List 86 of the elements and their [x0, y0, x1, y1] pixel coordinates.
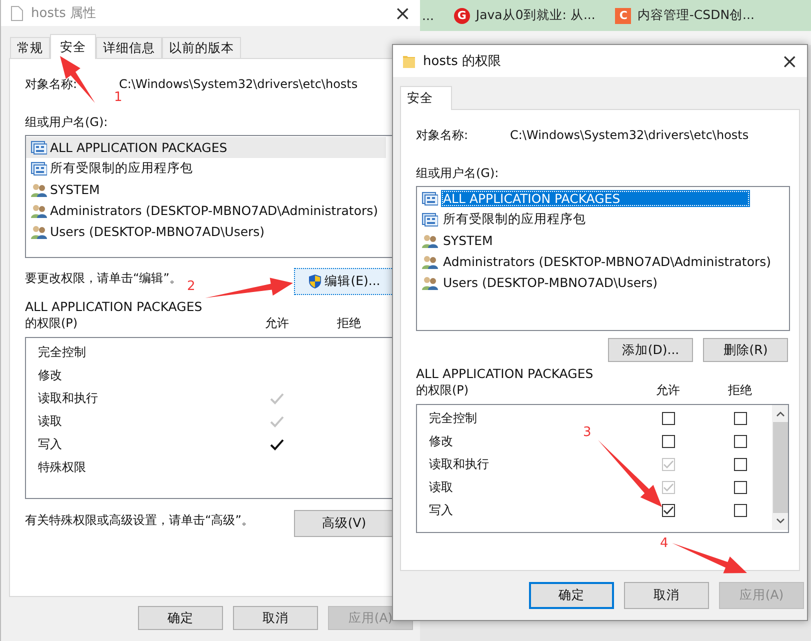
allow-checkbox[interactable]	[662, 435, 674, 448]
site-icon: G	[454, 8, 470, 24]
step-number: 1	[114, 91, 122, 104]
package-icon	[31, 140, 47, 154]
dialog-button[interactable]: 取消	[233, 606, 318, 630]
object-path: C:\Windows\System32\drivers\etc\hosts	[510, 128, 749, 142]
permission-name: 读取和执行	[37, 390, 99, 407]
allow-header: 允许	[655, 382, 681, 399]
deny-checkbox[interactable]	[734, 435, 746, 448]
step-number: 3	[583, 426, 592, 439]
list-button[interactable]: 添加(D)...	[608, 338, 693, 362]
users-icon	[31, 182, 47, 196]
group-item[interactable]: Administrators (DESKTOP-MBNO7AD\Administrators)	[417, 251, 789, 272]
permissions-label: 的权限(P)	[25, 315, 79, 332]
scroll-down-icon[interactable]	[776, 518, 784, 524]
browser-tab[interactable]: Java从0到就业: 从...	[476, 7, 596, 24]
groups-label: 组或用户名(G):	[416, 164, 499, 182]
package-icon	[31, 162, 47, 176]
close-button[interactable]: ×	[781, 51, 798, 71]
group-item[interactable]: SYSTEM	[417, 230, 789, 251]
deny-checkbox[interactable]	[734, 412, 746, 425]
permission-name: 特殊权限	[37, 459, 87, 476]
permissions-title: ALL APPLICATION PACKAGES	[416, 366, 594, 381]
annotation-arrow	[60, 56, 95, 103]
package-icon	[422, 192, 438, 206]
permission-name: 读取	[428, 479, 454, 496]
allow-checkbox[interactable]	[662, 412, 674, 425]
list-button[interactable]: 删除(R)	[703, 338, 788, 362]
scroll-up-icon[interactable]	[776, 411, 784, 417]
tab[interactable]: 安全	[400, 86, 452, 110]
browser-tab[interactable]: ...	[422, 8, 434, 23]
close-button[interactable]: ×	[394, 3, 411, 23]
permission-name: 修改	[37, 367, 63, 384]
users-icon	[422, 254, 438, 268]
group-item[interactable]: 所有受限制的应用程序包	[26, 158, 386, 179]
package-icon	[422, 212, 438, 226]
dialog-button[interactable]: 取消	[624, 582, 709, 609]
dialog-button[interactable]: 确定	[138, 606, 223, 630]
group-item[interactable]: 所有受限制的应用程序包	[417, 209, 789, 230]
permission-name: 完全控制	[37, 344, 87, 361]
tab[interactable]: 安全	[50, 34, 96, 59]
tab[interactable]: 以前的版本	[162, 37, 241, 58]
folder-icon	[403, 54, 415, 68]
dialog-button[interactable]: 确定	[529, 582, 614, 609]
tab[interactable]: 常规	[10, 37, 50, 58]
permission-name: 写入	[37, 436, 63, 453]
file-icon	[11, 6, 23, 20]
shield-icon	[308, 274, 322, 289]
allow-header: 允许	[264, 315, 290, 332]
users-icon	[422, 276, 438, 290]
edit-button[interactable]: 编辑(E)...	[294, 268, 394, 295]
step-number: 4	[660, 537, 668, 550]
groups-label: 组或用户名(G):	[25, 114, 108, 130]
step-number: 2	[187, 280, 196, 293]
browser-tab[interactable]: 内容管理-CSDN创...	[637, 7, 754, 24]
group-item[interactable]: Users (DESKTOP-MBNO7AD\Users)	[26, 221, 386, 242]
object-label: 对象名称:	[416, 126, 470, 144]
permission-name: 完全控制	[428, 410, 478, 427]
allow-checkbox[interactable]	[662, 504, 674, 517]
group-item[interactable]: Administrators (DESKTOP-MBNO7AD\Administrators)	[26, 200, 386, 221]
permissions-title: ALL APPLICATION PACKAGES	[25, 299, 204, 314]
group-item[interactable]: Users (DESKTOP-MBNO7AD\Users)	[417, 272, 789, 293]
advanced-hint: 有关特殊权限或高级设置，请单击“高级”。	[25, 512, 254, 529]
tab[interactable]: 详细信息	[96, 37, 162, 58]
site-icon: C	[615, 8, 632, 24]
users-icon	[422, 234, 438, 248]
edit-hint: 要更改权限，请单击“编辑”。	[25, 270, 182, 287]
object-label: 对象名称:	[25, 76, 78, 92]
permission-name: 读取和执行	[428, 456, 490, 473]
users-icon	[31, 224, 47, 238]
deny-header: 拒绝	[727, 382, 753, 399]
window-title: hosts 属性	[31, 5, 96, 22]
deny-checkbox[interactable]	[734, 504, 746, 517]
permission-name: 读取	[37, 413, 63, 430]
group-item[interactable]: ALL APPLICATION PACKAGES	[26, 137, 386, 158]
window-title: hosts 的权限	[423, 53, 501, 70]
deny-header: 拒绝	[336, 315, 362, 332]
annotation-arrow	[598, 440, 662, 507]
group-item[interactable]: SYSTEM	[26, 179, 386, 200]
users-icon	[31, 204, 47, 218]
scrollbar[interactable]	[772, 405, 788, 530]
permissions-label: 的权限(P)	[416, 382, 470, 399]
permission-name: 写入	[428, 502, 454, 519]
advanced-button[interactable]: 高级(V)	[294, 510, 394, 537]
permission-name: 修改	[428, 433, 454, 450]
object-path: C:\Windows\System32\drivers\etc\hosts	[119, 77, 358, 91]
